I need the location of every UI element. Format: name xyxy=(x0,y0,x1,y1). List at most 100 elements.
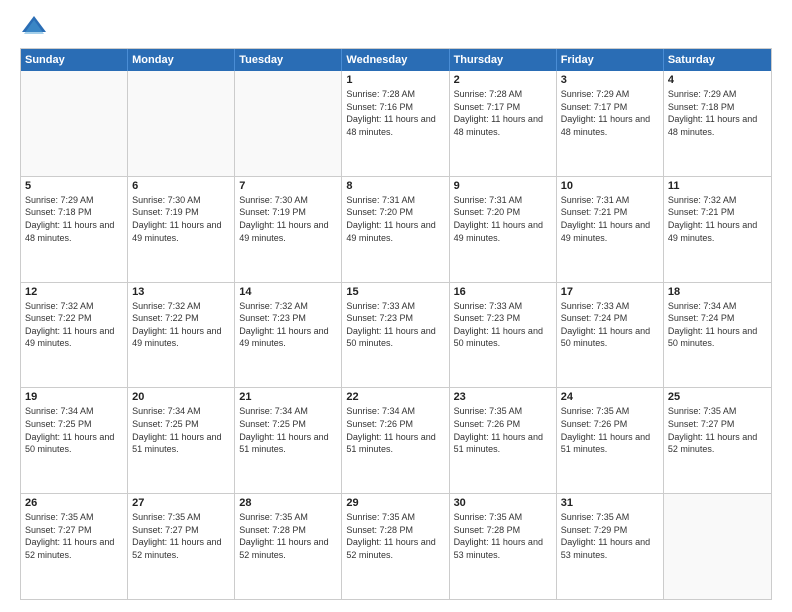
day-info: Sunrise: 7:34 AM Sunset: 7:24 PM Dayligh… xyxy=(668,300,767,350)
cal-cell-empty xyxy=(664,494,771,599)
day-number: 20 xyxy=(132,391,230,403)
cal-cell-day-14: 14Sunrise: 7:32 AM Sunset: 7:23 PM Dayli… xyxy=(235,283,342,388)
cal-header-monday: Monday xyxy=(128,49,235,71)
cal-cell-day-28: 28 Sunrise: 7:35 AM Sunset: 7:28 PM Dayli… xyxy=(235,494,342,599)
cal-week-5: 26 Sunrise: 7:35 AM Sunset: 7:27 PM Dayli… xyxy=(21,493,771,599)
cal-cell-day-6: 6 Sunrise: 7:30 AM Sunset: 7:19 PM Daylig… xyxy=(128,177,235,282)
cal-cell-day-19: 19Sunrise: 7:34 AM Sunset: 7:25 PM Dayli… xyxy=(21,388,128,493)
day-number: 13 xyxy=(132,286,230,298)
day-info: Sunrise: 7:29 AM Sunset: 7:17 PM Dayligh… xyxy=(561,88,659,138)
day-info: Sunrise: 7:33 AM Sunset: 7:23 PM Dayligh… xyxy=(454,300,552,350)
cal-cell-day-13: 13 Sunrise: 7:32 AM Sunset: 7:22 PM Dayli… xyxy=(128,283,235,388)
day-info: Sunrise: 7:35 AM Sunset: 7:27 PM Dayligh… xyxy=(668,405,767,455)
day-number: 21 xyxy=(239,391,337,403)
day-number: 26 xyxy=(25,497,123,509)
day-number: 16 xyxy=(454,286,552,298)
day-info: Sunrise: 7:35 AM Sunset: 7:28 PM Dayligh… xyxy=(346,511,444,561)
cal-cell-day-2: 2 Sunrise: 7:28 AM Sunset: 7:17 PM Daylig… xyxy=(450,71,557,176)
day-number: 22 xyxy=(346,391,444,403)
day-number: 18 xyxy=(668,286,767,298)
day-number: 15 xyxy=(346,286,444,298)
day-info: Sunrise: 7:30 AM Sunset: 7:19 PM Dayligh… xyxy=(132,194,230,244)
day-number: 5 xyxy=(25,180,123,192)
day-number: 8 xyxy=(346,180,444,192)
cal-cell-day-27: 27 Sunrise: 7:35 AM Sunset: 7:27 PM Dayli… xyxy=(128,494,235,599)
cal-cell-day-12: 12 Sunrise: 7:32 AM Sunset: 7:22 PM Dayli… xyxy=(21,283,128,388)
day-info: Sunrise: 7:29 AM Sunset: 7:18 PM Dayligh… xyxy=(668,88,767,138)
day-info: Sunrise: 7:28 AM Sunset: 7:17 PM Dayligh… xyxy=(454,88,552,138)
cal-cell-day-3: 3 Sunrise: 7:29 AM Sunset: 7:17 PM Daylig… xyxy=(557,71,664,176)
cal-week-2: 5 Sunrise: 7:29 AM Sunset: 7:18 PM Daylig… xyxy=(21,176,771,282)
cal-cell-day-15: 15 Sunrise: 7:33 AM Sunset: 7:23 PM Dayli… xyxy=(342,283,449,388)
cal-cell-day-23: 23 Sunrise: 7:35 AM Sunset: 7:26 PM Dayli… xyxy=(450,388,557,493)
cal-cell-day-1: 1 Sunrise: 7:28 AM Sunset: 7:16 PM Daylig… xyxy=(342,71,449,176)
day-info: Sunrise: 7:33 AM Sunset: 7:23 PM Dayligh… xyxy=(346,300,444,350)
cal-header-wednesday: Wednesday xyxy=(342,49,449,71)
cal-cell-day-25: 25 Sunrise: 7:35 AM Sunset: 7:27 PM Dayli… xyxy=(664,388,771,493)
day-info: Sunrise: 7:35 AM Sunset: 7:27 PM Dayligh… xyxy=(132,511,230,561)
day-number: 10 xyxy=(561,180,659,192)
day-info: Sunrise: 7:34 AM Sunset: 7:25 PM Dayligh… xyxy=(25,405,123,455)
cal-cell-day-7: 7 Sunrise: 7:30 AM Sunset: 7:19 PM Daylig… xyxy=(235,177,342,282)
calendar-header-row: SundayMondayTuesdayWednesdayThursdayFrid… xyxy=(21,49,771,71)
day-number: 6 xyxy=(132,180,230,192)
cal-cell-day-8: 8 Sunrise: 7:31 AM Sunset: 7:20 PM Daylig… xyxy=(342,177,449,282)
page: SundayMondayTuesdayWednesdayThursdayFrid… xyxy=(0,0,792,612)
logo xyxy=(20,16,52,40)
day-info: Sunrise: 7:32 AM Sunset: 7:21 PM Dayligh… xyxy=(668,194,767,244)
day-number: 24 xyxy=(561,391,659,403)
cal-cell-day-29: 29 Sunrise: 7:35 AM Sunset: 7:28 PM Dayli… xyxy=(342,494,449,599)
cal-cell-day-30: 30 Sunrise: 7:35 AM Sunset: 7:28 PM Dayli… xyxy=(450,494,557,599)
cal-header-saturday: Saturday xyxy=(664,49,771,71)
cal-cell-day-17: 17 Sunrise: 7:33 AM Sunset: 7:24 PM Dayli… xyxy=(557,283,664,388)
cal-cell-empty xyxy=(128,71,235,176)
cal-header-tuesday: Tuesday xyxy=(235,49,342,71)
day-number: 23 xyxy=(454,391,552,403)
day-info: Sunrise: 7:29 AM Sunset: 7:18 PM Dayligh… xyxy=(25,194,123,244)
calendar: SundayMondayTuesdayWednesdayThursdayFrid… xyxy=(20,48,772,600)
cal-cell-day-26: 26Sunrise: 7:35 AM Sunset: 7:27 PM Dayli… xyxy=(21,494,128,599)
cal-cell-empty xyxy=(21,71,128,176)
day-info: Sunrise: 7:34 AM Sunset: 7:25 PM Dayligh… xyxy=(239,405,337,455)
day-number: 3 xyxy=(561,74,659,86)
cal-cell-empty xyxy=(235,71,342,176)
day-number: 4 xyxy=(668,74,767,86)
day-number: 12 xyxy=(25,286,123,298)
cal-week-1: 1 Sunrise: 7:28 AM Sunset: 7:16 PM Daylig… xyxy=(21,71,771,176)
day-info: Sunrise: 7:33 AM Sunset: 7:24 PM Dayligh… xyxy=(561,300,659,350)
day-number: 2 xyxy=(454,74,552,86)
day-number: 17 xyxy=(561,286,659,298)
day-info: Sunrise: 7:34 AM Sunset: 7:26 PM Dayligh… xyxy=(346,405,444,455)
day-number: 28 xyxy=(239,497,337,509)
day-number: 1 xyxy=(346,74,444,86)
cal-cell-day-24: 24 Sunrise: 7:35 AM Sunset: 7:26 PM Dayli… xyxy=(557,388,664,493)
day-info: Sunrise: 7:35 AM Sunset: 7:26 PM Dayligh… xyxy=(561,405,659,455)
day-number: 27 xyxy=(132,497,230,509)
day-info: Sunrise: 7:28 AM Sunset: 7:16 PM Dayligh… xyxy=(346,88,444,138)
cal-cell-day-31: 31Sunrise: 7:35 AM Sunset: 7:29 PM Dayli… xyxy=(557,494,664,599)
cal-cell-day-4: 4 Sunrise: 7:29 AM Sunset: 7:18 PM Daylig… xyxy=(664,71,771,176)
day-number: 30 xyxy=(454,497,552,509)
logo-icon xyxy=(20,12,48,40)
day-info: Sunrise: 7:35 AM Sunset: 7:28 PM Dayligh… xyxy=(454,511,552,561)
day-info: Sunrise: 7:32 AM Sunset: 7:22 PM Dayligh… xyxy=(132,300,230,350)
cal-cell-day-22: 22 Sunrise: 7:34 AM Sunset: 7:26 PM Dayli… xyxy=(342,388,449,493)
header xyxy=(20,16,772,40)
cal-header-friday: Friday xyxy=(557,49,664,71)
cal-cell-day-18: 18 Sunrise: 7:34 AM Sunset: 7:24 PM Dayli… xyxy=(664,283,771,388)
day-info: Sunrise: 7:35 AM Sunset: 7:28 PM Dayligh… xyxy=(239,511,337,561)
day-info: Sunrise: 7:35 AM Sunset: 7:29 PM Dayligh… xyxy=(561,511,659,561)
cal-cell-day-5: 5 Sunrise: 7:29 AM Sunset: 7:18 PM Daylig… xyxy=(21,177,128,282)
day-number: 7 xyxy=(239,180,337,192)
cal-cell-day-20: 20Sunrise: 7:34 AM Sunset: 7:25 PM Dayli… xyxy=(128,388,235,493)
day-info: Sunrise: 7:30 AM Sunset: 7:19 PM Dayligh… xyxy=(239,194,337,244)
day-info: Sunrise: 7:31 AM Sunset: 7:20 PM Dayligh… xyxy=(346,194,444,244)
day-info: Sunrise: 7:31 AM Sunset: 7:21 PM Dayligh… xyxy=(561,194,659,244)
day-number: 25 xyxy=(668,391,767,403)
cal-header-sunday: Sunday xyxy=(21,49,128,71)
day-info: Sunrise: 7:32 AM Sunset: 7:22 PM Dayligh… xyxy=(25,300,123,350)
day-number: 11 xyxy=(668,180,767,192)
day-info: Sunrise: 7:35 AM Sunset: 7:26 PM Dayligh… xyxy=(454,405,552,455)
day-number: 29 xyxy=(346,497,444,509)
cal-cell-day-16: 16 Sunrise: 7:33 AM Sunset: 7:23 PM Dayli… xyxy=(450,283,557,388)
